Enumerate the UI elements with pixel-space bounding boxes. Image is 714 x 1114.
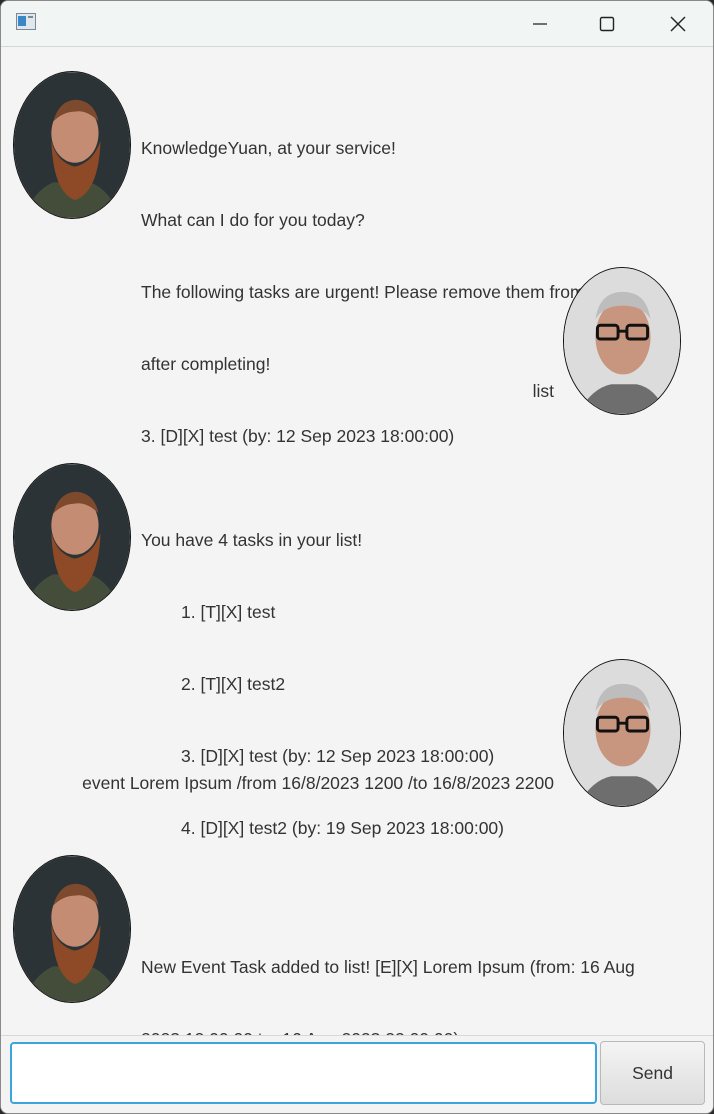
- minimize-button[interactable]: [505, 1, 575, 46]
- app-window: KnowledgeYuan, at your service! What can…: [0, 0, 714, 1114]
- bot-avatar: [13, 463, 131, 611]
- user-avatar: [563, 659, 681, 807]
- message-line: list: [532, 381, 554, 401]
- bot-avatar: [13, 855, 131, 1003]
- message-line: What can I do for you today?: [141, 210, 365, 230]
- message-line: 3. [D][X] test (by: 12 Sep 2023 18:00:00…: [141, 426, 455, 446]
- app-window-icon: [16, 13, 36, 30]
- minimize-icon: [533, 22, 547, 25]
- task-list-item: 1. [T][X] test: [181, 602, 276, 622]
- user-message: event Lorem Ipsum /from 16/8/2023 1200 /…: [82, 723, 554, 843]
- maximize-icon: [599, 16, 615, 31]
- message-line: event Lorem Ipsum /from 16/8/2023 1200 /…: [82, 773, 554, 793]
- message-line: New Event Task added to list! [E][X] Lor…: [141, 957, 635, 977]
- task-list-item: 2. [T][X] test2: [181, 674, 286, 694]
- bot-message: KnowledgeYuan, at your service! What can…: [141, 88, 640, 496]
- message-line: KnowledgeYuan, at your service!: [141, 138, 396, 158]
- message-line: The following tasks are urgent! Please r…: [141, 282, 640, 302]
- maximize-button[interactable]: [572, 1, 642, 46]
- user-message: list: [525, 331, 554, 451]
- input-bar: Send: [1, 1035, 713, 1113]
- send-button[interactable]: Send: [600, 1041, 705, 1105]
- close-icon: [670, 16, 686, 31]
- close-button[interactable]: [643, 1, 713, 46]
- command-input[interactable]: [10, 1042, 597, 1104]
- message-line: You have 4 tasks in your list!: [141, 530, 363, 550]
- user-avatar: [563, 267, 681, 415]
- chat-scroll-area[interactable]: KnowledgeYuan, at your service! What can…: [1, 47, 713, 1049]
- bot-avatar: [13, 71, 131, 219]
- title-bar[interactable]: [1, 1, 713, 47]
